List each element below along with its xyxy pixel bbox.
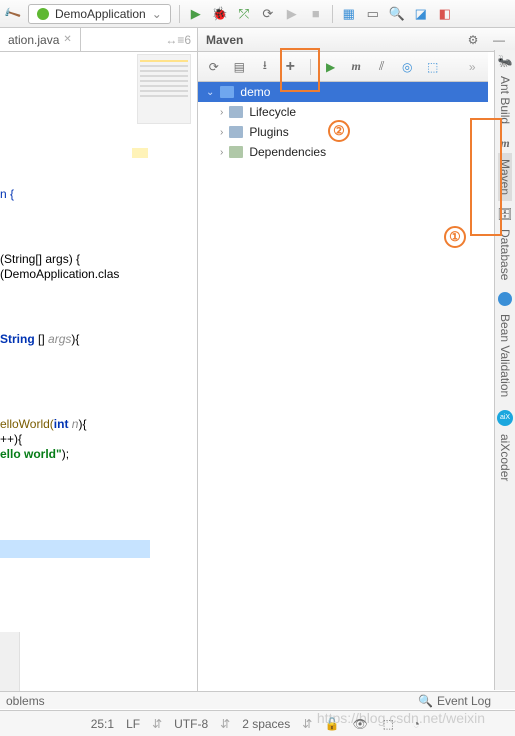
database-icon: 🗄 (497, 207, 512, 221)
close-icon[interactable]: ✕ (63, 34, 71, 45)
tree-node-dependencies[interactable]: › Dependencies (198, 142, 488, 162)
chevron-right-icon: › (220, 127, 223, 138)
lock-icon[interactable]: 🔓 (324, 716, 340, 732)
debug-icon[interactable]: 🐞 (212, 6, 228, 22)
more-icon[interactable]: » (466, 60, 478, 74)
stop-icon: ■ (308, 6, 324, 22)
run-disabled-icon: ▶ (284, 6, 300, 22)
rail-bean[interactable]: Bean Validation (498, 308, 512, 403)
generate-icon[interactable]: ▤ (234, 60, 246, 74)
tab-label: ation.java (8, 33, 59, 47)
maven-tree: ⌄ demo › Lifecycle › Plugins › Dependenc… (198, 82, 488, 692)
rail-aix[interactable]: aiXcoder (498, 428, 512, 487)
rail-ant[interactable]: Ant Build (498, 70, 512, 130)
download-icon[interactable]: ⭳ (259, 60, 271, 74)
main-toolbar: 🔨 DemoApplication ⌄ ▶ 🐞 ⤱ ⟳ ▶ ■ ▦ ▭ 🔍 ◪ … (0, 0, 515, 28)
editor-tab[interactable]: ation.java ✕ (0, 28, 81, 51)
status-bar-2: 25:1 LF⇵ UTF-8⇵ 2 spaces⇵ 🔓 👁 ⬚ ◔ (0, 710, 515, 736)
chevron-down-icon: ⌄ (152, 7, 162, 21)
bean-icon (498, 292, 512, 306)
run-config-label: DemoApplication (55, 7, 146, 21)
node-label: Lifecycle (249, 105, 296, 119)
terminal-icon[interactable]: ▭ (365, 6, 381, 22)
plugin-icon[interactable]: ◪ (413, 6, 429, 22)
tree-node-plugins[interactable]: › Plugins (198, 122, 488, 142)
folder-icon (229, 126, 243, 138)
status-misc-1-icon[interactable]: ⬚ (380, 716, 396, 732)
coverage-icon[interactable]: ⤱ (236, 6, 252, 22)
notif-icon[interactable]: ◧ (437, 6, 453, 22)
update-icon[interactable]: ▦ (341, 6, 357, 22)
ant-icon: 🐜 (498, 54, 513, 68)
selection-highlight (0, 540, 150, 558)
maven-goal-icon[interactable]: m (350, 60, 362, 74)
aix-icon: aiX (497, 410, 513, 426)
show-deps-icon[interactable]: ◎ (401, 60, 413, 74)
spring-icon (37, 8, 49, 20)
caret-pos[interactable]: 25:1 (91, 717, 114, 731)
module-icon (220, 86, 234, 98)
search-icon[interactable]: 🔍 (389, 6, 405, 22)
status-bar: oblems 🔍 Event Log (0, 691, 515, 709)
rail-maven[interactable]: Maven (498, 153, 512, 201)
collapse-icon[interactable]: ⬚ (427, 60, 439, 74)
build-icon[interactable]: 🔨 (1, 3, 23, 25)
add-icon[interactable]: + (285, 60, 297, 74)
editor-tab-bar: ation.java ✕ ↔≡6 Maven ⚙ — (0, 28, 515, 52)
code-area[interactable]: n { (String[] args) { (DemoApplication.c… (0, 172, 150, 577)
gutter-highlight (132, 148, 148, 158)
indent[interactable]: 2 spaces (242, 717, 290, 731)
inspect-icon[interactable]: 👁 (352, 716, 368, 732)
chevron-right-icon: › (220, 147, 223, 158)
right-tool-rail: 🐜 Ant Build m Maven 🗄 Database Bean Vali… (494, 50, 515, 690)
maven-panel-header: Maven ⚙ — (198, 28, 515, 52)
chevron-right-icon: › (220, 107, 223, 118)
tree-node-lifecycle[interactable]: › Lifecycle (198, 102, 488, 122)
toggle-skip-icon[interactable]: ⫽ (376, 60, 388, 74)
rail-database[interactable]: Database (498, 223, 512, 286)
editor-pane: n { (String[] args) { (DemoApplication.c… (0, 52, 198, 692)
run-config-dropdown[interactable]: DemoApplication ⌄ (28, 4, 171, 24)
editor-gutter (0, 632, 20, 692)
status-misc-2-icon[interactable]: ◔ (408, 716, 424, 732)
maven-rail-icon: m (500, 136, 509, 151)
main-area: n { (String[] args) { (DemoApplication.c… (0, 52, 515, 692)
maven-toolbar: ⟳ ▤ ⭳ + ▶ m ⫽ ◎ ⬚ » (198, 52, 488, 82)
node-label: Plugins (249, 125, 288, 139)
maven-panel: ⟳ ▤ ⭳ + ▶ m ⫽ ◎ ⬚ » ⌄ demo › Lifecycle (198, 52, 488, 692)
line-sep[interactable]: LF (126, 717, 140, 731)
maven-project-root[interactable]: ⌄ demo (198, 82, 488, 102)
folder-icon (229, 146, 243, 158)
minimap[interactable] (137, 54, 191, 124)
run-maven-icon[interactable]: ▶ (325, 60, 337, 74)
project-name: demo (240, 85, 270, 99)
run-icon[interactable]: ▶ (188, 6, 204, 22)
event-log[interactable]: Event Log (437, 694, 491, 708)
node-label: Dependencies (249, 145, 326, 159)
encoding[interactable]: UTF-8 (174, 717, 208, 731)
chevron-down-icon: ⌄ (206, 87, 214, 98)
tab-marker: ↔≡6 (165, 33, 191, 47)
gear-icon[interactable]: ⚙ (465, 32, 481, 48)
maven-title: Maven (206, 33, 243, 47)
refresh-icon[interactable]: ⟳ (208, 60, 220, 74)
folder-icon (229, 106, 243, 118)
search-status-icon[interactable]: 🔍 (418, 694, 433, 708)
profile-icon[interactable]: ⟳ (260, 6, 276, 22)
minimize-icon[interactable]: — (491, 32, 507, 48)
problems-tab[interactable]: oblems (0, 694, 45, 708)
